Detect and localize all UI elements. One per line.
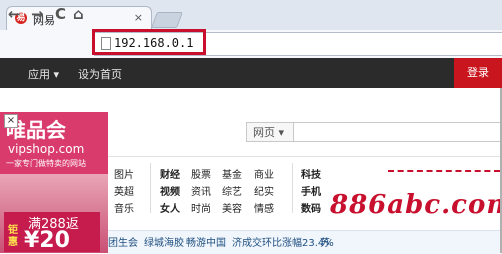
reload-icon[interactable]: C [55, 5, 66, 23]
nav-link[interactable]: 美容 [222, 200, 242, 215]
nav-link[interactable]: 英超 [114, 183, 134, 198]
ad-slogan: 一家专门做特卖的网站 [6, 159, 86, 168]
vipshop-ad[interactable]: 唯品会 vipshop.com 一家专门做特卖的网站 钜惠 满288返 ¥20 [0, 112, 108, 253]
nav-link[interactable]: 时尚 [191, 200, 211, 215]
set-homepage-link[interactable]: 设为首页 [78, 66, 122, 82]
nav-link[interactable]: 纪实 [254, 183, 274, 198]
ticker-item[interactable]: 苏 [320, 234, 330, 249]
search-input[interactable] [294, 122, 502, 142]
ticker-item[interactable]: 团生会 [108, 234, 138, 249]
url-highlight-box [92, 29, 206, 55]
nav-link[interactable]: 股票 [191, 166, 211, 181]
site-top-bar: 应用 ▾ 设为首页 [0, 58, 502, 88]
login-button[interactable]: 登录 [454, 58, 502, 88]
nav-link[interactable]: 财经 [160, 166, 180, 181]
nav-link[interactable]: 音乐 [114, 200, 134, 215]
nav-link[interactable]: 基金 [222, 166, 242, 181]
site-watermark: 886abc.com [330, 190, 502, 220]
ad-vertical-label: 钜惠 [8, 225, 18, 248]
search-type-select[interactable]: 网页 ▾ [246, 122, 294, 142]
nav-link[interactable]: 科技 [301, 166, 321, 181]
back-icon[interactable]: ← [8, 5, 21, 23]
nav-link[interactable]: 图片 [114, 166, 134, 181]
ticker-item[interactable]: 畅游中国 [186, 234, 226, 249]
nav-link[interactable]: 资讯 [191, 183, 211, 198]
home-icon[interactable]: ⌂ [73, 5, 84, 23]
divider [292, 163, 293, 213]
ad-domain: vipshop.com [8, 142, 85, 156]
apps-menu[interactable]: 应用 ▾ [28, 66, 59, 82]
ad-amount: ¥20 [24, 228, 70, 253]
close-icon[interactable]: × [134, 11, 143, 24]
nav-link[interactable]: 视频 [160, 183, 180, 198]
ticker-item[interactable]: 绿城海胶 [144, 234, 184, 249]
ticker-item[interactable]: 济成交环比涨幅23.4% [232, 234, 334, 249]
divider [150, 163, 151, 213]
nav-link[interactable]: 女人 [160, 200, 180, 215]
nav-link[interactable]: 商业 [254, 166, 274, 181]
nav-link[interactable]: 情感 [254, 200, 274, 215]
nav-link[interactable]: 综艺 [222, 183, 242, 198]
divider [108, 156, 502, 157]
nav-link[interactable]: 手机 [301, 183, 321, 198]
ad-close-icon[interactable]: × [4, 114, 18, 128]
watermark-dashes [388, 170, 500, 174]
forward-icon[interactable]: → [31, 5, 44, 23]
nav-link[interactable]: 数码 [301, 200, 321, 215]
